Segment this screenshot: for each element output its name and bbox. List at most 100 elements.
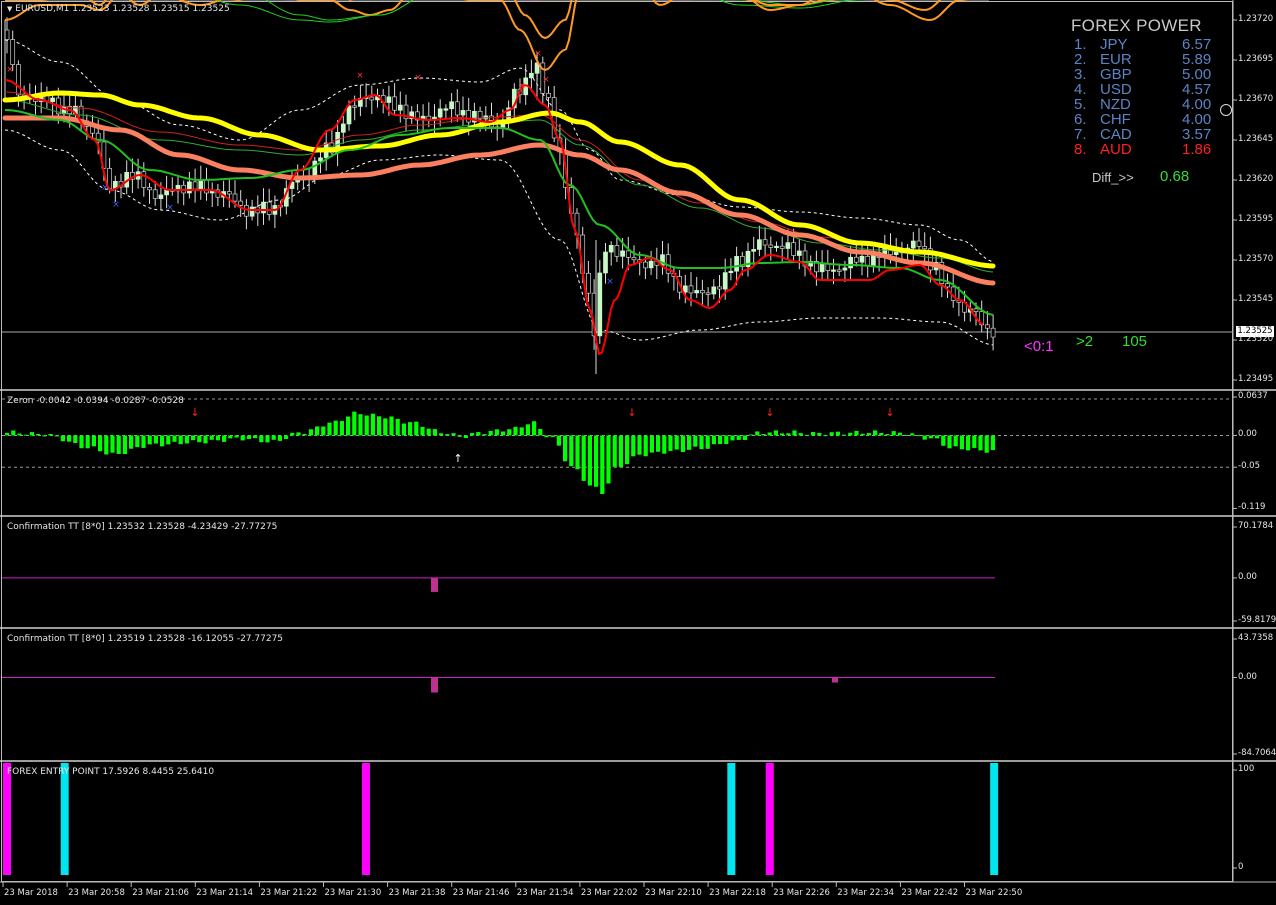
- entry-signal-bar: [361, 763, 370, 875]
- signal-cross-marker: ×: [414, 73, 422, 83]
- candle-body: [643, 261, 648, 269]
- zeron-title: Zeron -0.0042 -0.0394 -0.0287 -0.0528: [7, 396, 184, 406]
- zeron-histogram-bar: [42, 435, 47, 437]
- zeron-histogram-bar: [234, 435, 239, 438]
- zeron-histogram-bar: [532, 421, 537, 436]
- zeron-histogram-bar: [513, 426, 518, 436]
- zeron-histogram-bar: [538, 428, 543, 436]
- entry-signal-bar: [990, 763, 999, 875]
- sub-axis-label: 0.0637: [1238, 391, 1268, 401]
- zeron-histogram-bar: [265, 435, 270, 443]
- zeron-histogram-bar: [687, 435, 692, 450]
- candle-body: [910, 240, 916, 249]
- zeron-histogram-bar: [104, 435, 109, 455]
- zeron-histogram-bar: [625, 435, 630, 465]
- zeron-down-arrow-icon: ↓: [190, 406, 199, 419]
- price-tick-label: 1.23545: [1238, 294, 1274, 304]
- forex-power-value: 1.86: [1182, 141, 1212, 158]
- candle-body: [261, 201, 266, 214]
- zeron-histogram-bar: [135, 435, 140, 448]
- zeron-histogram-bar: [618, 435, 623, 468]
- zeron-histogram-bar: [612, 435, 617, 467]
- price-tick-label: 1.23620: [1238, 174, 1274, 184]
- candle-body: [443, 108, 449, 111]
- zeron-histogram-bar: [401, 423, 406, 436]
- ma-yellow-line: [2, 90, 996, 269]
- candle-body: [700, 290, 705, 294]
- zeron-histogram-bar: [767, 432, 772, 436]
- candle-body: [916, 240, 922, 247]
- candle-body: [597, 272, 603, 337]
- zeron-histogram-bar: [277, 435, 282, 441]
- zeron-histogram-bar: [315, 426, 320, 436]
- symbol-title: EURUSD,M1 1.23523 1.23528 1.23515 1.2352…: [15, 4, 230, 14]
- candle-body: [985, 324, 990, 329]
- candle-body: [392, 96, 397, 111]
- zeron-histogram-bar: [60, 435, 65, 442]
- time-tick-label: 23 Mar 22:26: [773, 888, 830, 898]
- candle-body: [705, 292, 711, 295]
- zeron-down-arrow-icon: ↓: [885, 406, 894, 419]
- zeron-histogram-bar: [457, 435, 462, 437]
- zeron-histogram-bar: [966, 435, 971, 451]
- candle-body: [141, 171, 147, 188]
- zeron-histogram-bar: [463, 435, 468, 439]
- zeron-histogram-bar: [494, 429, 499, 436]
- candle-body: [631, 257, 637, 261]
- price-tick-label: 1.23495: [1238, 374, 1274, 384]
- conf2-signal-block: [431, 677, 438, 693]
- conf1-title: Confirmation TT [8*0] 1.23532 1.23528 -4…: [7, 522, 278, 532]
- candle-body: [397, 104, 403, 111]
- price-tick-label: 1.23670: [1238, 94, 1274, 104]
- candle-body: [460, 110, 466, 116]
- zeron-histogram-bar: [327, 422, 332, 436]
- sub-axis-label: 0: [1238, 862, 1244, 872]
- zeron-histogram-bar: [5, 432, 10, 436]
- forex-power-diff-label: Diff_>>: [1092, 170, 1134, 185]
- time-tick-label: 23 Mar 22:02: [580, 888, 638, 898]
- candle-body: [50, 97, 55, 102]
- price-tick-label: 1.23720: [1238, 14, 1274, 24]
- sub-axis-label: -59.8179: [1238, 615, 1276, 625]
- candle-body: [853, 256, 859, 263]
- zeron-histogram-bar: [129, 435, 134, 449]
- zeron-histogram-bar: [916, 435, 921, 437]
- zeron-histogram-bar: [426, 428, 431, 436]
- zeron-histogram-bar: [445, 434, 450, 436]
- signal-cross-marker: ×: [542, 75, 550, 85]
- zeron-histogram-bar: [718, 435, 723, 445]
- zeron-histogram-bar: [519, 427, 524, 436]
- conf2-signal-block: [832, 677, 838, 683]
- entry-signal-bar: [3, 763, 11, 875]
- zeron-histogram-bar: [116, 435, 121, 454]
- clock-icon: [1220, 104, 1232, 116]
- zeron-histogram-bar: [984, 435, 989, 453]
- zeron-histogram-bar: [17, 433, 22, 436]
- sub-axis-label: 0.00: [1238, 429, 1257, 440]
- zeron-histogram-bar: [544, 435, 549, 438]
- zeron-histogram-bar: [271, 435, 276, 440]
- zeron-histogram-bar: [222, 435, 227, 442]
- price-tick-label: 1.23695: [1238, 54, 1274, 64]
- candle-body: [158, 194, 164, 199]
- signal-cross-marker: ×: [166, 203, 174, 213]
- zeron-histogram-bar: [240, 435, 245, 441]
- zeron-histogram-bar: [631, 435, 636, 457]
- time-tick-label: 23 Mar 22:50: [965, 888, 1023, 898]
- signal-count-c: 105: [1122, 333, 1148, 350]
- zeron-histogram-bar: [569, 435, 574, 467]
- candle-body: [546, 92, 551, 98]
- candle-body: [152, 189, 158, 199]
- zeron-histogram-bar: [451, 433, 456, 436]
- entry-signal-bar: [727, 763, 736, 875]
- zeron-histogram-bar: [761, 433, 766, 436]
- zeron-histogram-bar: [978, 435, 983, 451]
- candle-body: [614, 245, 620, 257]
- entry-signal-bar: [765, 763, 774, 875]
- zeron-histogram-bar: [730, 435, 735, 441]
- zeron-histogram-bar: [178, 435, 183, 445]
- signal-cross-marker: ×: [356, 71, 364, 81]
- zeron-histogram-bar: [928, 435, 933, 439]
- zeron-histogram-bar: [904, 435, 909, 437]
- conf2-title: Confirmation TT [8*0] 1.23519 1.23528 -1…: [7, 634, 284, 644]
